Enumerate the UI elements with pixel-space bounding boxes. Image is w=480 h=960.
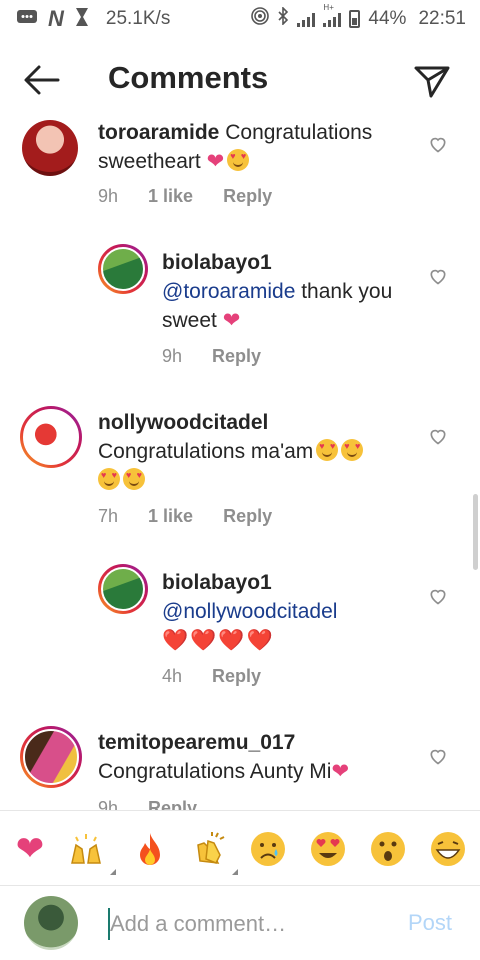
mention-link[interactable]: @toroaramide	[162, 280, 295, 303]
like-button[interactable]	[428, 134, 448, 154]
signal-icon	[297, 11, 316, 27]
back-arrow-icon	[24, 65, 60, 95]
heart-outline-icon	[430, 589, 446, 605]
clapping-hands-emoji-button[interactable]	[190, 829, 230, 869]
comment-time: 9h	[98, 798, 119, 810]
reply-button[interactable]: Reply	[223, 186, 272, 207]
current-user-avatar	[24, 896, 78, 950]
header: Comments	[0, 40, 480, 120]
comment-time: 7h	[98, 506, 119, 526]
hourglass-icon	[74, 7, 90, 32]
reply-item: biolabayo1 @nollywoodcitadel ❤️❤️❤️❤️ 4h…	[0, 564, 480, 694]
heart-outline-icon	[430, 749, 446, 765]
reply-button[interactable]: Reply	[223, 506, 272, 527]
grinning-face-emoji-button[interactable]	[428, 829, 468, 869]
avatar[interactable]	[22, 120, 78, 176]
bluetooth-icon	[277, 6, 289, 31]
comment-likes[interactable]: 1 like	[148, 506, 193, 527]
signal-hplus-icon: H+	[323, 3, 342, 27]
comment-item: toroaramide Congratulations sweetheart ❤…	[0, 116, 480, 226]
heart-emoji: ❤	[222, 309, 241, 332]
comment-username[interactable]: biolabayo1	[162, 248, 422, 277]
heart-eyes-emoji	[341, 439, 364, 461]
scrollbar[interactable]	[473, 494, 478, 570]
comment-text: Congratulations ma'am	[98, 440, 314, 463]
heart-emoji-button[interactable]: ❤	[10, 829, 50, 869]
comment-time: 9h	[98, 186, 119, 206]
comment-username[interactable]: biolabayo1	[162, 568, 422, 597]
reply-button[interactable]: Reply	[212, 666, 261, 687]
heart-eyes-emoji	[123, 468, 145, 490]
n-app-icon: N	[48, 6, 64, 31]
heart-outline-icon	[430, 429, 446, 445]
heart-eyes-emoji-button[interactable]	[308, 829, 348, 869]
share-button[interactable]	[412, 60, 452, 100]
comment-likes[interactable]: 1 like	[148, 186, 193, 207]
comment-text: Congratulations Aunty Mi	[98, 760, 332, 783]
network-type: H+	[323, 3, 334, 12]
page-title: Comments	[108, 60, 269, 95]
crying-face-emoji-button[interactable]	[248, 829, 288, 869]
battery-percent: 44%	[368, 8, 407, 29]
like-button[interactable]	[428, 586, 448, 606]
reply-button[interactable]: Reply	[212, 346, 261, 367]
heart-eyes-emoji	[316, 439, 339, 461]
mention-link[interactable]: @nollywoodcitadel	[162, 597, 422, 626]
comment-time: 4h	[162, 666, 183, 686]
paper-plane-icon	[414, 66, 450, 98]
comment-username[interactable]: temitopearemu_017	[98, 728, 428, 757]
heart-outline-icon	[430, 137, 446, 153]
reply-button[interactable]: Reply	[148, 798, 197, 810]
status-bar: N 25.1K/s H+ 44% 22:51	[0, 0, 480, 38]
reply-item: biolabayo1 @toroaramide thank you sweet …	[0, 244, 480, 374]
heart-emoji: ❤	[331, 760, 350, 783]
battery-icon	[349, 10, 361, 28]
comment-time: 9h	[162, 346, 183, 366]
heart-outline-icon	[430, 269, 446, 285]
heart-eyes-emoji	[98, 468, 120, 490]
network-speed: 25.1K/s	[105, 8, 171, 29]
comment-input[interactable]	[110, 904, 390, 944]
message-icon	[16, 8, 38, 31]
like-button[interactable]	[428, 426, 448, 446]
comment-composer: Post	[0, 888, 480, 960]
avatar[interactable]	[98, 564, 148, 614]
heart-eyes-emoji	[227, 149, 250, 171]
fire-emoji-button[interactable]	[130, 829, 170, 869]
like-button[interactable]	[428, 266, 448, 286]
like-button[interactable]	[428, 746, 448, 766]
clock: 22:51	[418, 8, 466, 29]
comment-item: temitopearemu_017 Congratulations Aunty …	[0, 724, 480, 810]
hearts-emoji: ❤️❤️❤️❤️	[162, 629, 275, 652]
surprised-face-emoji-button[interactable]	[368, 829, 408, 869]
post-button[interactable]: Post	[408, 910, 452, 936]
avatar[interactable]	[98, 244, 148, 294]
comment-username[interactable]: nollywoodcitadel	[98, 408, 428, 437]
raised-hands-emoji-button[interactable]	[66, 829, 106, 869]
skin-tone-indicator	[110, 869, 116, 875]
heart-emoji: ❤	[206, 150, 225, 173]
hotspot-icon	[251, 7, 270, 31]
comment-username[interactable]: toroaramide	[98, 121, 219, 144]
comment-item: nollywoodcitadel Congratulations ma'am 7…	[0, 404, 480, 534]
avatar[interactable]	[20, 406, 82, 468]
avatar[interactable]	[20, 726, 82, 788]
quick-reactions-bar: ❤	[0, 810, 480, 886]
back-button[interactable]	[22, 62, 62, 98]
skin-tone-indicator	[232, 869, 238, 875]
